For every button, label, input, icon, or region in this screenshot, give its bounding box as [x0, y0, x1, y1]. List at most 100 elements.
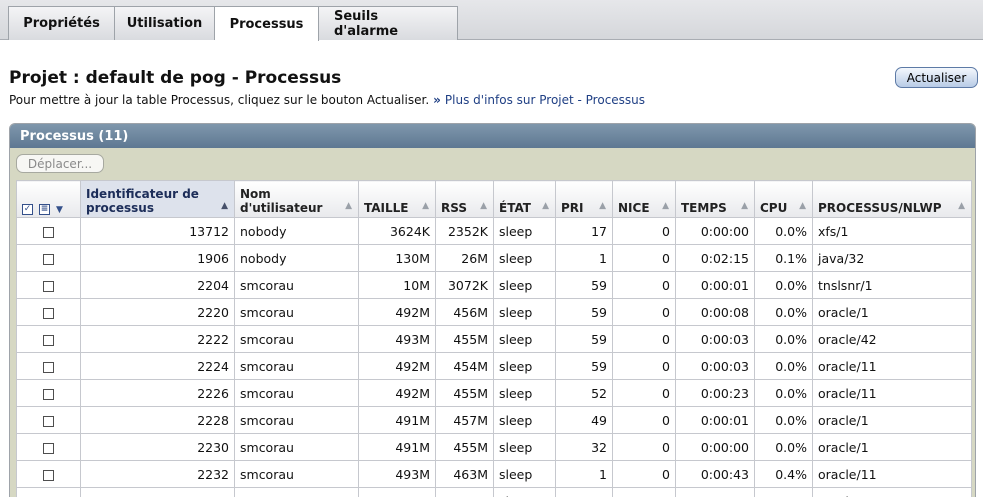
cell-nice: 0: [612, 487, 676, 497]
tab-seuils-alarme[interactable]: Seuils d'alarme: [319, 6, 458, 40]
cell-process-id: 2228: [80, 406, 235, 434]
cell-pri: 59: [555, 298, 613, 326]
cell-process-id: 2232: [80, 460, 235, 488]
cell-user-name: smcorau: [234, 298, 359, 326]
column-header-nice[interactable]: NICE ▲: [612, 180, 676, 218]
cell-state: sleep: [493, 406, 556, 434]
cell-state: sleep: [493, 379, 556, 407]
cell-nice: 0: [612, 244, 676, 272]
sort-icon[interactable]: ▲: [345, 201, 352, 211]
column-header-cpu[interactable]: CPU ▲: [754, 180, 813, 218]
cell-size: 493M: [358, 460, 436, 488]
cell-process-nlwp: oracle/1: [812, 298, 972, 326]
more-info-link[interactable]: Plus d'infos sur Projet - Processus: [445, 93, 645, 107]
cell-time: 0:00:08: [675, 298, 755, 326]
cell-size: 3624K: [358, 217, 436, 245]
sort-ascending-icon[interactable]: ▲: [221, 201, 228, 211]
row-select-cell: [16, 433, 81, 461]
cell-cpu: 0.1%: [754, 244, 813, 272]
column-label-line2: d'utilisateur: [240, 201, 323, 215]
cell-nice: 0: [612, 217, 676, 245]
column-header-user-name[interactable]: Nom d'utilisateur ▲: [234, 180, 359, 218]
row-checkbox[interactable]: [43, 253, 54, 265]
cell-time: 0:00:01: [675, 406, 755, 434]
table-row[interactable]: 2232 smcorau 493M 463M sleep 1 0 0:00:43 0.4% ora…: [16, 460, 972, 488]
cell-process-nlwp: oracle/1: [812, 433, 972, 461]
check-all-icon[interactable]: ✓: [22, 204, 33, 215]
table-row[interactable]: 2220 smcorau 492M 456M sleep 59 0 0:00:08 0.0% or…: [16, 298, 972, 326]
cell-pri: 52: [555, 379, 613, 407]
page-title: Projet : default de pog - Processus: [9, 68, 342, 88]
row-checkbox[interactable]: [43, 226, 54, 238]
table-row[interactable]: 2222 smcorau 493M 455M sleep 59 0 0:00:03 0.0% or…: [16, 325, 972, 353]
cell-size: 130M: [358, 244, 436, 272]
cell-pri: 49: [555, 406, 613, 434]
cell-time: 0:00:03: [675, 352, 755, 380]
tab-proprietes[interactable]: Propriétés: [8, 6, 115, 40]
cell-cpu: 0.4%: [754, 460, 813, 488]
table-row[interactable]: 2234smcorau491M455Msleep100:00:370.5%ora…: [16, 487, 972, 497]
sort-icon[interactable]: ▲: [599, 201, 606, 211]
table-row[interactable]: 1906 nobody 130M 26M sleep 1 0 0:02:15 0.1% java/…: [16, 244, 972, 272]
row-checkbox[interactable]: [43, 388, 54, 400]
cell-pri: 59: [555, 325, 613, 353]
row-checkbox[interactable]: [43, 307, 54, 319]
cell-user-name: smcorau: [234, 433, 359, 461]
column-label-line2: processus: [86, 201, 154, 215]
sort-icon[interactable]: ▲: [958, 201, 965, 211]
table-row[interactable]: 2230 smcorau 491M 455M sleep 32 0 0:00:00 0.0% or…: [16, 433, 972, 461]
cell-nice: 0: [612, 406, 676, 434]
cell-cpu: 0.0%: [754, 433, 813, 461]
column-header-rss[interactable]: RSS ▲: [435, 180, 494, 218]
table-row[interactable]: 2204 smcorau 10M 3072K sleep 59 0 0:00:01 0.0% tn…: [16, 271, 972, 299]
column-header-process-nlwp[interactable]: PROCESSUS/NLWP ▲: [812, 180, 972, 218]
move-button[interactable]: Déplacer...: [16, 154, 104, 173]
chevron-down-icon[interactable]: ▼: [56, 205, 63, 215]
sort-icon[interactable]: ▲: [422, 201, 429, 211]
sort-icon[interactable]: ▲: [480, 201, 487, 211]
table-row[interactable]: 2226 smcorau 492M 455M sleep 52 0 0:00:23 0.0% or…: [16, 379, 972, 407]
clear-all-icon[interactable]: ≡: [39, 204, 50, 215]
cell-rss: 455M: [435, 325, 494, 353]
row-checkbox[interactable]: [43, 469, 54, 481]
cell-user-name: smcorau: [234, 352, 359, 380]
column-label: TEMPS: [681, 201, 727, 215]
cell-process-nlwp: oracle/11: [812, 352, 972, 380]
row-checkbox[interactable]: [43, 415, 54, 427]
row-select-cell: [16, 325, 81, 353]
cell-pri: 17: [555, 217, 613, 245]
column-header-pri[interactable]: PRI ▲: [555, 180, 613, 218]
cell-pri: 1: [555, 460, 613, 488]
table-row[interactable]: 2224 smcorau 492M 454M sleep 59 0 0:00:03 0.0% or…: [16, 352, 972, 380]
row-checkbox[interactable]: [43, 442, 54, 454]
cell-nice: 0: [612, 352, 676, 380]
cell-process-nlwp: oracle/42: [812, 325, 972, 353]
sort-icon[interactable]: ▲: [741, 201, 748, 211]
sort-icon[interactable]: ▲: [799, 201, 806, 211]
sort-icon[interactable]: ▲: [542, 201, 549, 211]
sort-icon[interactable]: ▲: [662, 201, 669, 211]
row-checkbox[interactable]: [43, 280, 54, 292]
table-row[interactable]: 13712 nobody 3624K 2352K sleep 17 0 0:00:00 0.0%…: [16, 217, 972, 245]
row-checkbox[interactable]: [43, 334, 54, 346]
cell-state: sleep: [493, 217, 556, 245]
refresh-button[interactable]: Actualiser: [895, 67, 978, 88]
cell-process-nlwp: oracle/11: [812, 379, 972, 407]
row-checkbox[interactable]: [43, 361, 54, 373]
row-select-cell: [16, 406, 81, 434]
cell-size: 491M: [358, 433, 436, 461]
selection-column-header: ✓ ≡ ▼: [16, 180, 81, 218]
tab-utilisation[interactable]: Utilisation: [115, 6, 215, 40]
column-label-line1: Identificateur de: [86, 187, 199, 201]
column-header-process-id[interactable]: Identificateur de processus ▲: [80, 180, 235, 218]
cell-user-name: nobody: [234, 217, 359, 245]
cell-cpu: 0.0%: [754, 352, 813, 380]
column-header-state[interactable]: ÉTAT ▲: [493, 180, 556, 218]
table-row[interactable]: 2228 smcorau 491M 457M sleep 49 0 0:00:01 0.0% or…: [16, 406, 972, 434]
cell-rss: 2352K: [435, 217, 494, 245]
column-header-size[interactable]: TAILLE ▲: [358, 180, 436, 218]
cell-cpu: 0.0%: [754, 217, 813, 245]
tab-processus[interactable]: Processus: [215, 6, 319, 41]
row-select-cell: [16, 487, 81, 497]
column-header-time[interactable]: TEMPS ▲: [675, 180, 755, 218]
